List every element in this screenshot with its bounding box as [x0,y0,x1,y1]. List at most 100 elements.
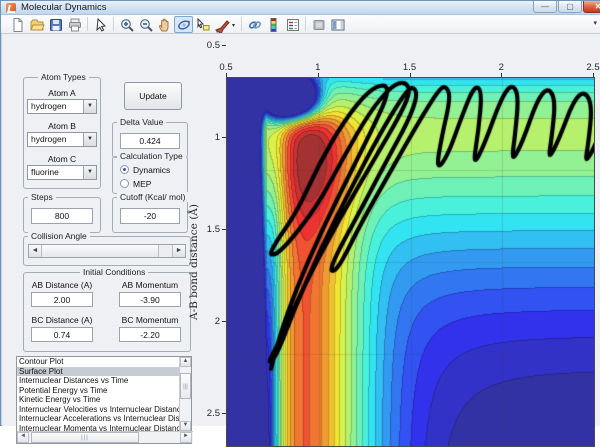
rotate-3d-icon[interactable] [174,16,193,33]
list-item[interactable]: Potential Energy vs Time [17,386,179,396]
toolbar-overflow-icon[interactable]: ▾ [593,19,597,27]
figure-toolbar: ▾ [1,15,600,34]
list-item[interactable]: Internuclear Velocities vs Internuclear … [17,405,179,415]
x-tick-label: 0.5 [211,62,241,73]
x-tick-mark [226,73,227,77]
scroll-left-icon[interactable]: ◄ [17,432,29,443]
x-tick-mark [501,73,502,77]
collision-angle-slider[interactable]: ◄ ► [28,244,186,258]
y-tick-label: 0.5 [196,40,220,51]
link-plot-icon[interactable] [245,16,264,33]
y-tick-mark [222,321,226,322]
delta-value-field[interactable]: 0.424 [120,133,180,149]
edit-arrow-icon[interactable] [91,16,110,33]
y-tick-label: 2 [196,316,220,327]
new-document-icon[interactable] [8,16,27,33]
update-button[interactable]: Update [124,82,182,110]
listbox-vertical-scrollbar[interactable]: ▲ ||| ▼ [179,357,191,431]
atom-b-value: hydrogen [31,134,66,144]
show-plot-tools-icon[interactable] [328,16,347,33]
steps-title: Steps [28,192,56,202]
ab-distance-field[interactable]: 2.00 [31,292,93,307]
ab-momentum-label: AB Momentum [115,280,185,290]
radio-mep-icon[interactable] [120,179,129,188]
x-tick-mark [410,73,411,77]
radio-mep-label: MEP [133,179,151,189]
y-tick-mark [222,45,226,46]
app-window: Molecular Dynamics — ▢ ✕ ▾ Atom Types At… [0,0,600,426]
minimize-button[interactable]: — [533,1,557,13]
y-tick-label: 1.5 [196,224,220,235]
atom-a-label: Atom A [23,88,101,98]
plot-area[interactable] [226,77,595,447]
atom-b-dropdown[interactable]: hydrogen ▼ [27,132,97,147]
zoom-out-icon[interactable] [136,16,155,33]
save-icon[interactable] [46,16,65,33]
horizontal-scroll-thumb[interactable]: ||| [31,432,139,443]
app-icon [6,3,16,13]
list-item[interactable]: Surface Plot [17,367,179,377]
steps-field[interactable]: 800 [31,208,93,224]
atom-a-dropdown[interactable]: hydrogen ▼ [27,99,97,114]
radio-dynamics[interactable]: Dynamics [120,165,182,175]
bc-distance-field[interactable]: 0.74 [31,327,93,342]
cutoff-field[interactable]: -20 [120,208,180,224]
vertical-scroll-thumb[interactable]: ||| [180,373,191,399]
toolbar-separator [305,17,306,31]
collision-angle-title: Collision Angle [28,231,90,241]
x-tick-label: 2 [486,62,516,73]
atom-a-dropdown-arrow-icon[interactable]: ▼ [83,100,96,113]
list-item[interactable]: Kinetic Energy vs Time [17,395,179,405]
x-tick-mark [318,73,319,77]
bc-momentum-field[interactable]: -2.20 [119,327,181,342]
close-button[interactable]: ✕ [583,1,600,13]
y-tick-label: 2.5 [196,408,220,419]
bc-momentum-label: BC Momentum [115,315,185,325]
cutoff-title: Cutoff (Kcal/ mol) [117,192,189,202]
atom-c-dropdown[interactable]: fluorine ▼ [27,165,97,180]
bc-distance-label: BC Distance (A) [27,315,97,325]
slider-left-arrow-icon[interactable]: ◄ [29,245,42,257]
slider-right-arrow-icon[interactable]: ► [172,245,185,257]
insert-legend-icon[interactable] [283,16,302,33]
radio-mep[interactable]: MEP [120,179,182,189]
list-item[interactable]: Internuclear Distances vs Time [17,376,179,386]
brush-icon[interactable] [212,16,238,33]
atom-c-value: fluorine [31,167,59,177]
maximize-button[interactable]: ▢ [558,1,582,13]
x-tick-label: 2.5 [578,62,600,73]
pan-hand-icon[interactable] [155,16,174,33]
y-tick-mark [222,229,226,230]
insert-colorbar-icon[interactable] [264,16,283,33]
contour-plot-canvas[interactable] [227,78,594,446]
radio-dynamics-icon[interactable] [120,165,129,174]
plot-type-listbox[interactable]: ▲ ||| ▼ ◄ ||| ► Contour PlotSurface Plot… [16,356,192,444]
list-item[interactable]: Contour Plot [17,357,179,367]
list-item[interactable]: Internuclear Momenta vs Internuclear Dis… [17,424,179,434]
toolbar-separator [87,17,88,31]
y-tick-mark [222,413,226,414]
data-cursor-icon[interactable] [193,16,212,33]
calculation-type-title: Calculation Type [117,151,186,161]
ab-momentum-field[interactable]: -3.90 [119,292,181,307]
print-icon[interactable] [65,16,84,33]
title-bar[interactable]: Molecular Dynamics — ▢ ✕ [1,1,600,15]
radio-dynamics-label: Dynamics [133,165,170,175]
slider-thumb[interactable] [42,245,159,257]
atom-c-label: Atom C [23,154,101,164]
scroll-down-icon[interactable]: ▼ [180,421,191,431]
atom-b-dropdown-arrow-icon[interactable]: ▼ [83,133,96,146]
toolbar-separator [113,17,114,31]
scroll-right-icon[interactable]: ► [180,432,192,443]
y-axis-label: A-B bond distance (Å) [188,162,202,362]
atom-c-dropdown-arrow-icon[interactable]: ▼ [83,166,96,179]
x-tick-label: 1 [303,62,333,73]
zoom-in-icon[interactable] [117,16,136,33]
open-folder-icon[interactable] [27,16,46,33]
initial-conditions-title: Initial Conditions [80,267,148,277]
hide-plot-tools-icon[interactable] [309,16,328,33]
atom-a-value: hydrogen [31,101,66,111]
figure-content: Atom Types Atom A hydrogen ▼ Atom B hydr… [2,34,600,426]
list-item[interactable]: Internuclear Accelerations vs Internucle… [17,414,179,424]
atom-b-label: Atom B [23,121,101,131]
